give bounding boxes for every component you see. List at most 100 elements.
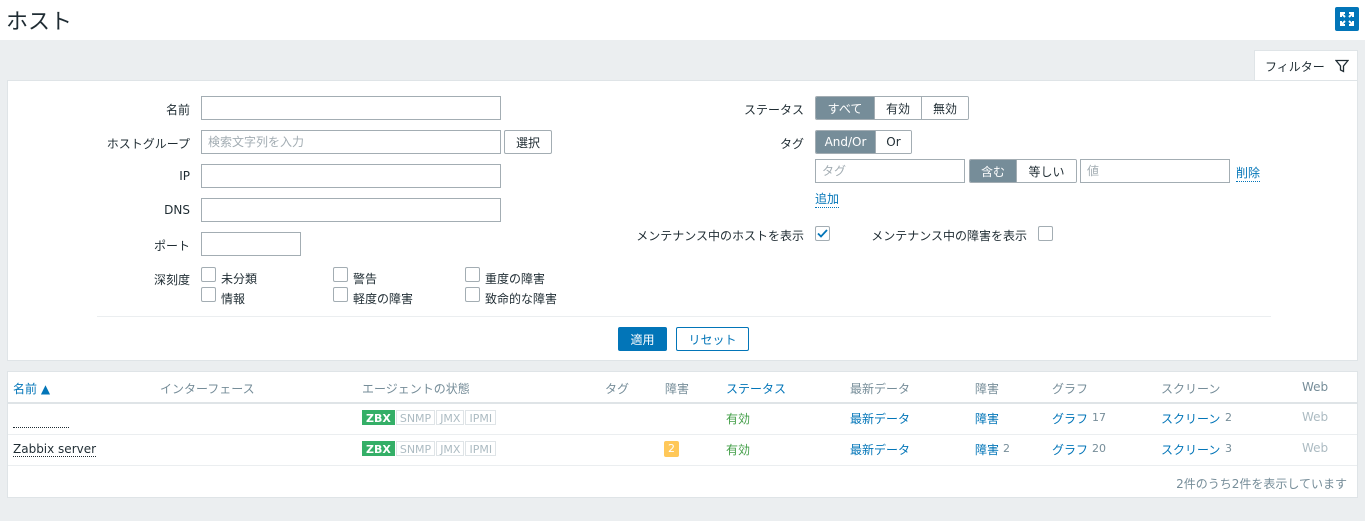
tags-logic-or[interactable]: Or [876,131,911,153]
latest-data-link[interactable]: 最新データ [850,410,910,427]
tags-logic-andor[interactable]: And/Or [816,131,876,153]
fullscreen-icon [1340,12,1354,26]
status-segmented: すべて 有効 無効 [815,96,969,120]
availability-badges: ZBX SNMP JMX IPMI [362,410,497,425]
hostgroup-input[interactable]: 検索文字列を入力 [201,130,501,154]
col-screens: スクリーン [1161,382,1221,396]
status-option-all[interactable]: すべて [816,97,875,119]
reset-button[interactable]: リセット [676,327,749,351]
tag-op-contains[interactable]: 含む [970,160,1017,182]
filter-divider [97,316,1271,317]
col-availability: エージェントの状態 [362,382,470,396]
maint-problems-checkbox[interactable] [1038,226,1053,241]
table-footer-count: 2件のうち2件を表示しています [1176,477,1347,491]
severity-label: 深刻度 [153,273,190,287]
severity-label-disaster: 致命的な障害 [485,292,558,306]
col-graphs: グラフ [1052,382,1089,396]
jmx-badge: JMX [436,410,465,425]
zbx-badge: ZBX [362,441,395,456]
severity-checkbox-high[interactable] [465,267,480,282]
ip-input[interactable] [201,164,501,188]
filter-panel: 名前 ホストグループ 検索文字列を入力 選択 IP DNS ポート 深刻度 未分… [7,80,1358,361]
port-label: ポート [153,239,190,253]
page-header: ホスト [0,0,1365,40]
status-option-enabled[interactable]: 有効 [875,97,922,119]
fullscreen-button[interactable] [1335,7,1359,31]
tag-operator-segmented: 含む 等しい [969,159,1077,183]
col-tags: タグ [605,382,630,396]
severity-label-info: 情報 [221,292,246,306]
name-label: 名前 [165,103,190,117]
ip-label: IP [179,169,190,183]
ipmi-badge: IPMI [465,410,497,425]
screens-count: 3 [1225,442,1232,455]
dns-label: DNS [164,203,190,217]
host-name-link[interactable]: Zabbix server [13,442,97,457]
page-title: ホスト [6,10,73,35]
maint-hosts-checkbox[interactable] [815,226,830,241]
filter-tab[interactable]: フィルター [1254,50,1358,81]
hostgroup-label: ホストグループ [106,137,190,151]
tag-remove-link[interactable]: 削除 [1236,164,1261,182]
tag-name-input[interactable]: タグ [815,159,965,183]
maint-problems-label: メンテナンス中の障害を表示 [871,229,1027,243]
web-link: Web [1302,410,1329,424]
severity-label-average: 軽度の障害 [353,292,414,306]
apply-button[interactable]: 適用 [618,327,667,351]
col-web: Web [1302,380,1329,394]
problems-link[interactable]: 障害 [975,441,999,458]
hosts-table: 名前 ▲ インターフェース エージェントの状態 タグ 障害 ステータス 最新デー… [7,371,1358,498]
dns-input[interactable] [201,198,501,222]
severity-checkbox-unclassified[interactable] [201,267,216,282]
problems-count: 2 [1003,442,1010,455]
port-input[interactable] [201,232,301,256]
availability-badges: ZBX SNMP JMX IPMI [362,441,497,456]
col-problems-link: 障害 [975,382,1000,396]
latest-data-link[interactable]: 最新データ [850,441,910,458]
tags-logic-segmented: And/Or Or [815,130,912,154]
tag-op-equals[interactable]: 等しい [1017,160,1076,182]
graphs-link[interactable]: グラフ [1052,410,1088,427]
filter-tab-label: フィルター [1265,59,1325,74]
status-option-disabled[interactable]: 無効 [922,97,968,119]
row-divider [8,434,1357,435]
snmp-badge: SNMP [395,441,436,456]
ipmi-badge: IPMI [465,441,497,456]
web-link: Web [1302,441,1329,455]
screens-count: 2 [1225,411,1232,424]
zbx-badge: ZBX [362,410,395,425]
col-name[interactable]: 名前 ▲ [13,380,50,397]
host-name-link[interactable] [13,412,69,428]
screens-link[interactable]: スクリーン [1161,441,1220,458]
screens-link[interactable]: スクリーン [1161,410,1220,427]
tags-label: タグ [779,137,804,151]
col-status[interactable]: ステータス [726,380,786,397]
checkmark-icon [817,229,828,238]
hostgroup-select-button[interactable]: 選択 [504,130,552,154]
col-latest-data: 最新データ [850,382,911,396]
problems-link[interactable]: 障害 [975,410,999,427]
tag-value-input[interactable]: 値 [1080,159,1230,183]
status-label: ステータス [743,103,804,117]
severity-label-warning: 警告 [353,272,378,286]
severity-checkbox-disaster[interactable] [465,287,480,302]
header-divider [8,402,1357,404]
problem-count-badge[interactable]: 2 [664,441,679,457]
col-problems: 障害 [665,382,690,396]
filter-icon [1335,59,1349,73]
graphs-count: 17 [1092,411,1106,424]
severity-checkbox-warning[interactable] [333,267,348,282]
graphs-link[interactable]: グラフ [1052,441,1088,458]
name-input[interactable] [201,96,501,120]
status-toggle[interactable]: 有効 [726,441,750,458]
severity-label-high: 重度の障害 [485,272,546,286]
col-interface: インターフェース [160,382,255,396]
status-toggle[interactable]: 有効 [726,410,750,427]
tag-add-link[interactable]: 追加 [815,190,840,208]
severity-checkbox-average[interactable] [333,287,348,302]
snmp-badge: SNMP [395,410,436,425]
severity-label-unclassified: 未分類 [221,272,258,286]
severity-checkbox-info[interactable] [201,287,216,302]
jmx-badge: JMX [436,441,465,456]
row-divider [8,465,1357,466]
